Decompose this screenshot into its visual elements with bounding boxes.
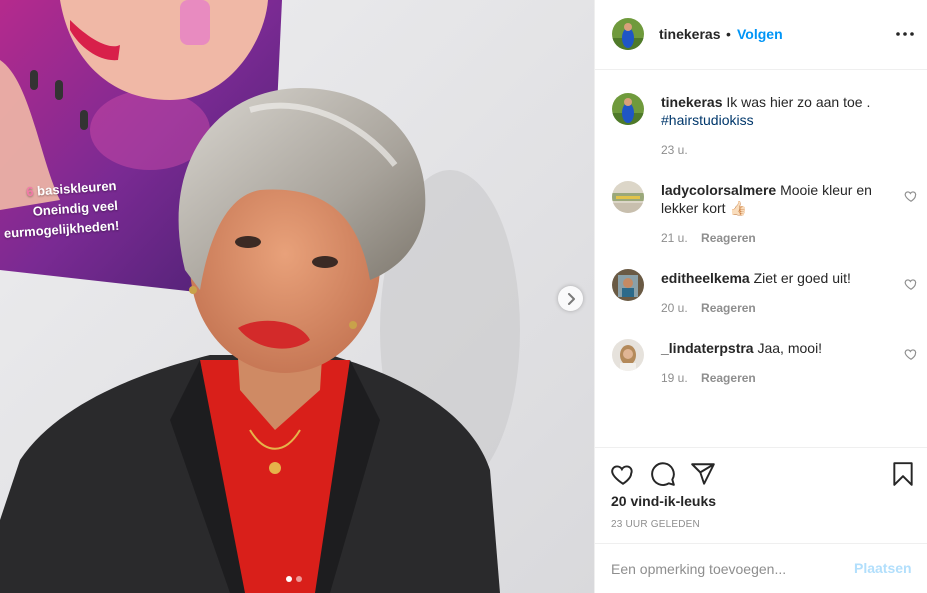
poster-line-1: basiskleuren xyxy=(36,177,117,199)
caption-hashtag[interactable]: #hairstudiokiss xyxy=(661,112,754,128)
avatar-image xyxy=(612,181,644,213)
carousel-dot xyxy=(296,576,302,582)
post-photo[interactable]: 6 basiskleuren Oneindig veel eurmogelijk… xyxy=(0,0,594,593)
reply-button[interactable]: Reageren xyxy=(701,301,756,315)
reply-button[interactable]: Reageren xyxy=(701,231,756,245)
bookmark-icon[interactable] xyxy=(890,461,916,487)
comment-time[interactable]: 20 u. xyxy=(661,301,688,315)
avatar-image xyxy=(612,339,644,371)
add-comment-bar: Plaatsen xyxy=(595,543,927,593)
avatar-image xyxy=(612,18,644,50)
author-username[interactable]: tinekeras xyxy=(659,26,720,42)
photo-scene xyxy=(0,0,594,593)
heart-icon[interactable] xyxy=(904,277,918,291)
follow-button[interactable]: Volgen xyxy=(737,26,783,42)
header-separator: • xyxy=(726,26,731,42)
caption-meta: 23 u. xyxy=(661,143,688,157)
post-comment-button[interactable]: Plaatsen xyxy=(854,560,912,576)
carousel-next-button[interactable] xyxy=(558,286,583,311)
commenter-avatar[interactable] xyxy=(612,339,644,371)
more-options-icon[interactable] xyxy=(893,26,917,42)
commenter-avatar[interactable] xyxy=(612,269,644,301)
comment-body: Jaa, mooi! xyxy=(757,340,823,356)
post-header: tinekeras • Volgen xyxy=(595,0,927,70)
comment-text: editheelkema Ziet er goed uit! xyxy=(661,269,893,287)
poster-text: 6 basiskleuren Oneindig veel eurmogelijk… xyxy=(0,176,120,244)
heart-icon[interactable] xyxy=(610,461,636,487)
comments-list[interactable]: tinekeras Ik was hier zo aan toe . #hair… xyxy=(595,71,927,447)
comment-username[interactable]: ladycolorsalmere xyxy=(661,182,776,198)
post-timestamp[interactable]: 23 UUR GELEDEN xyxy=(611,519,700,530)
caption-username[interactable]: tinekeras xyxy=(661,94,722,110)
comment-time[interactable]: 19 u. xyxy=(661,371,688,385)
comment-meta: 21 u. Reageren xyxy=(661,231,756,245)
comment-body: Ziet er goed uit! xyxy=(753,270,851,286)
carousel-indicator xyxy=(286,576,302,582)
reply-button[interactable]: Reageren xyxy=(701,371,756,385)
caption-time[interactable]: 23 u. xyxy=(661,143,688,157)
commenter-avatar[interactable] xyxy=(612,181,644,213)
comment-meta: 20 u. Reageren xyxy=(661,301,756,315)
comment-text: ladycolorsalmere Mooie kleur en lekker k… xyxy=(661,181,893,217)
avatar-image xyxy=(612,93,644,125)
author-avatar[interactable] xyxy=(612,18,644,50)
comment-icon[interactable] xyxy=(650,461,676,487)
post-side-panel: tinekeras • Volgen tinekeras Ik was hier… xyxy=(594,0,927,593)
caption-body: Ik was hier zo aan toe . xyxy=(726,94,871,110)
comment-time[interactable]: 21 u. xyxy=(661,231,688,245)
comment-username[interactable]: editheelkema xyxy=(661,270,750,286)
share-icon[interactable] xyxy=(690,461,716,487)
avatar-image xyxy=(612,269,644,301)
heart-icon[interactable] xyxy=(904,189,918,203)
comment-text: _lindaterpstra Jaa, mooi! xyxy=(661,339,893,357)
post-actions: 20 vind-ik-leuks 23 UUR GELEDEN xyxy=(595,447,927,543)
caption-text: tinekeras Ik was hier zo aan toe . #hair… xyxy=(661,93,893,129)
instagram-post: 6 basiskleuren Oneindig veel eurmogelijk… xyxy=(0,0,927,593)
carousel-dot xyxy=(286,576,292,582)
chevron-right-icon xyxy=(567,292,575,305)
comment-meta: 19 u. Reageren xyxy=(661,371,756,385)
likes-count[interactable]: 20 vind-ik-leuks xyxy=(611,493,716,509)
comment-username[interactable]: _lindaterpstra xyxy=(661,340,754,356)
poster-number: 6 xyxy=(25,183,35,200)
comment-input[interactable] xyxy=(611,558,851,580)
heart-icon[interactable] xyxy=(904,347,918,361)
author-avatar[interactable] xyxy=(612,93,644,125)
